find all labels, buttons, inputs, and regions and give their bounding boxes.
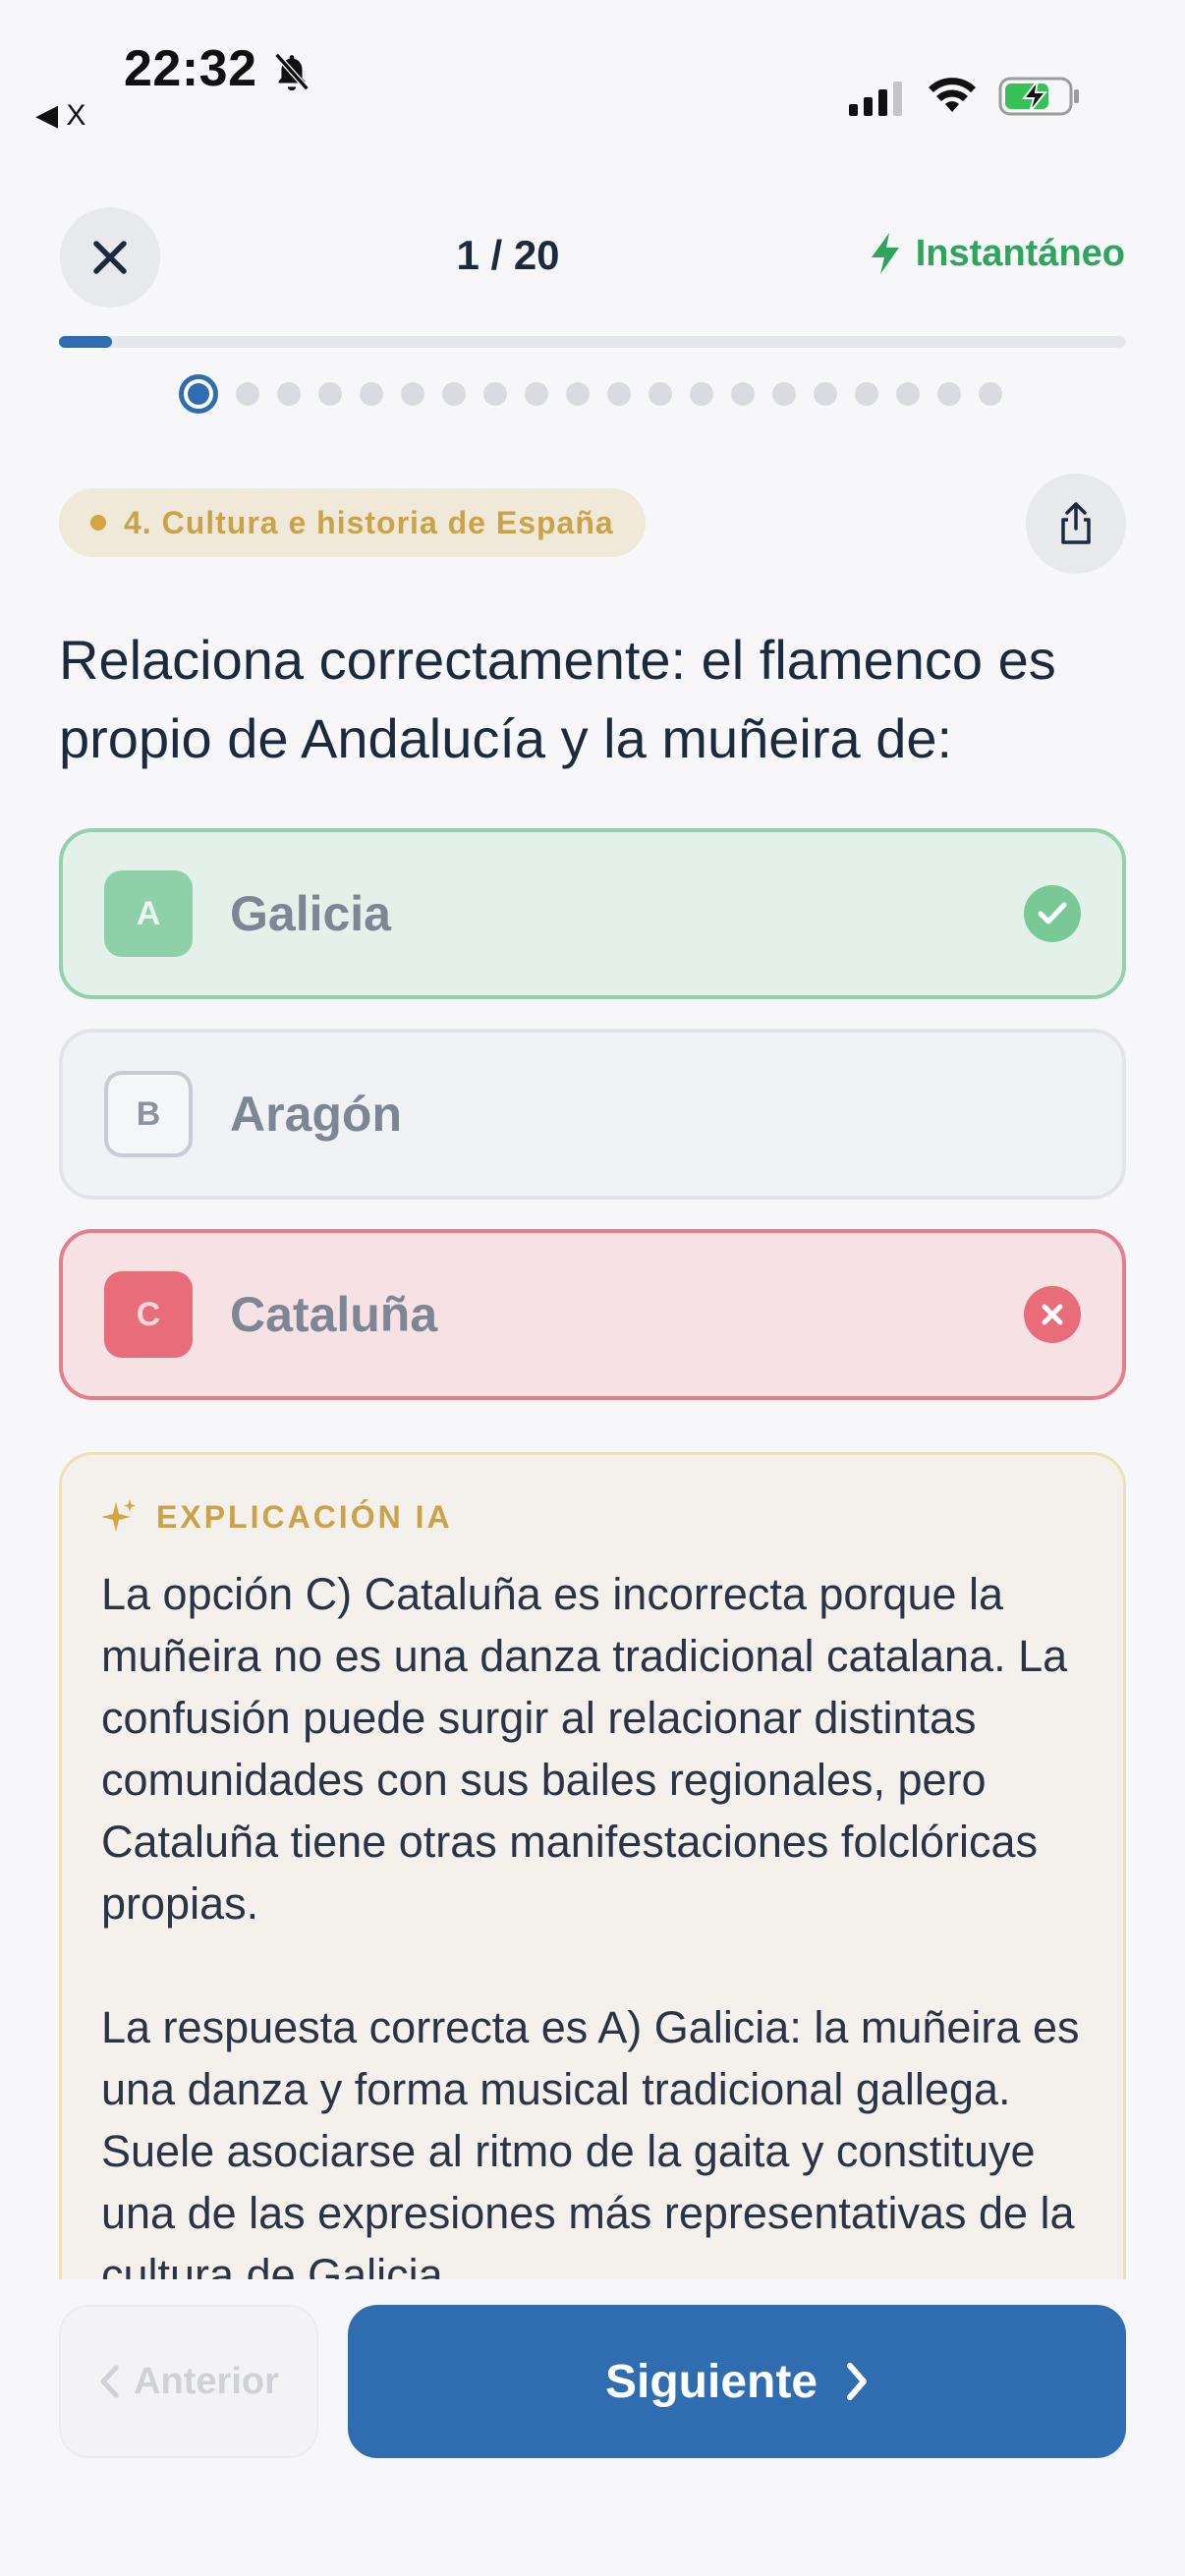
bell-slash-icon [274,52,310,91]
question-dot[interactable] [814,382,837,406]
footer-nav: Anterior Siguiente [0,2279,1185,2576]
question-dot[interactable] [855,382,878,406]
option-a[interactable]: A Galicia [59,828,1126,999]
category-badge: 4. Cultura e historia de España [59,488,646,557]
ai-explanation-panel: EXPLICACIÓN IA La opción C) Cataluña es … [59,1452,1126,2336]
share-icon [1061,502,1091,544]
option-text: Aragón [230,1087,402,1142]
question-dot[interactable] [483,382,507,406]
option-letter: C [104,1271,193,1358]
progress-bar [59,336,1126,348]
question-dot[interactable] [442,382,466,406]
back-to-app-link[interactable]: ◀ X [35,98,85,133]
next-button[interactable]: Siguiente [348,2305,1126,2458]
question-dot[interactable] [525,382,548,406]
lightning-icon [871,233,899,274]
check-icon [1024,885,1081,942]
previous-button[interactable]: Anterior [59,2305,318,2458]
question-dot[interactable] [649,382,672,406]
sparkles-icon [101,1499,136,1532]
x-icon [1024,1286,1081,1343]
next-label: Siguiente [604,2355,818,2408]
question-dot[interactable] [731,382,755,406]
question-dot[interactable] [318,382,342,406]
explanation-title: EXPLICACIÓN IA [156,1498,453,1535]
question-dot[interactable] [566,382,590,406]
category-dot [90,515,106,531]
question-dot[interactable] [236,382,259,406]
wifi-icon [929,78,976,112]
option-b[interactable]: B Aragón [59,1029,1126,1200]
option-letter: B [104,1071,193,1157]
question-dot[interactable] [937,382,961,406]
share-button[interactable] [1026,474,1126,574]
explanation-header: EXPLICACIÓN IA [101,1498,453,1536]
question-dot[interactable] [277,382,301,406]
chevron-right-icon [847,2363,868,2400]
option-text: Cataluña [230,1287,438,1342]
question-dot[interactable] [896,382,920,406]
explanation-body: La opción C) Cataluña es incorrecta porq… [101,1563,1094,2336]
question-dot-current[interactable] [179,374,218,414]
category-label: 4. Cultura e historia de España [124,504,614,540]
status-time: 22:32 [124,40,257,97]
status-bar: 22:32 ◀ X [0,0,1185,138]
question-counter: 1 / 20 [456,232,560,278]
question-dot[interactable] [360,382,383,406]
battery-charging-icon [998,77,1079,116]
mode-indicator: Instantáneo [869,232,1125,275]
question-dot[interactable] [401,382,424,406]
question-dot[interactable] [690,382,713,406]
question-dot[interactable] [979,382,1002,406]
previous-label: Anterior [134,2360,279,2402]
progress-fill [59,336,113,348]
question-dot[interactable] [607,382,631,406]
question-dot[interactable] [772,382,796,406]
explanation-paragraph: La respuesta correcta es A) Galicia: la … [101,2002,1080,2300]
option-text: Galicia [230,886,391,941]
chevron-left-icon [100,2365,119,2398]
question-dots [179,374,1002,414]
option-letter: A [104,870,193,957]
mode-label: Instantáneo [915,232,1125,274]
signal-icon [849,82,902,116]
option-c[interactable]: C Cataluña [59,1229,1126,1400]
question-text: Relaciona correctamente: el flamenco es … [59,629,1056,769]
explanation-paragraph: La opción C) Cataluña es incorrecta porq… [101,1569,1068,1929]
